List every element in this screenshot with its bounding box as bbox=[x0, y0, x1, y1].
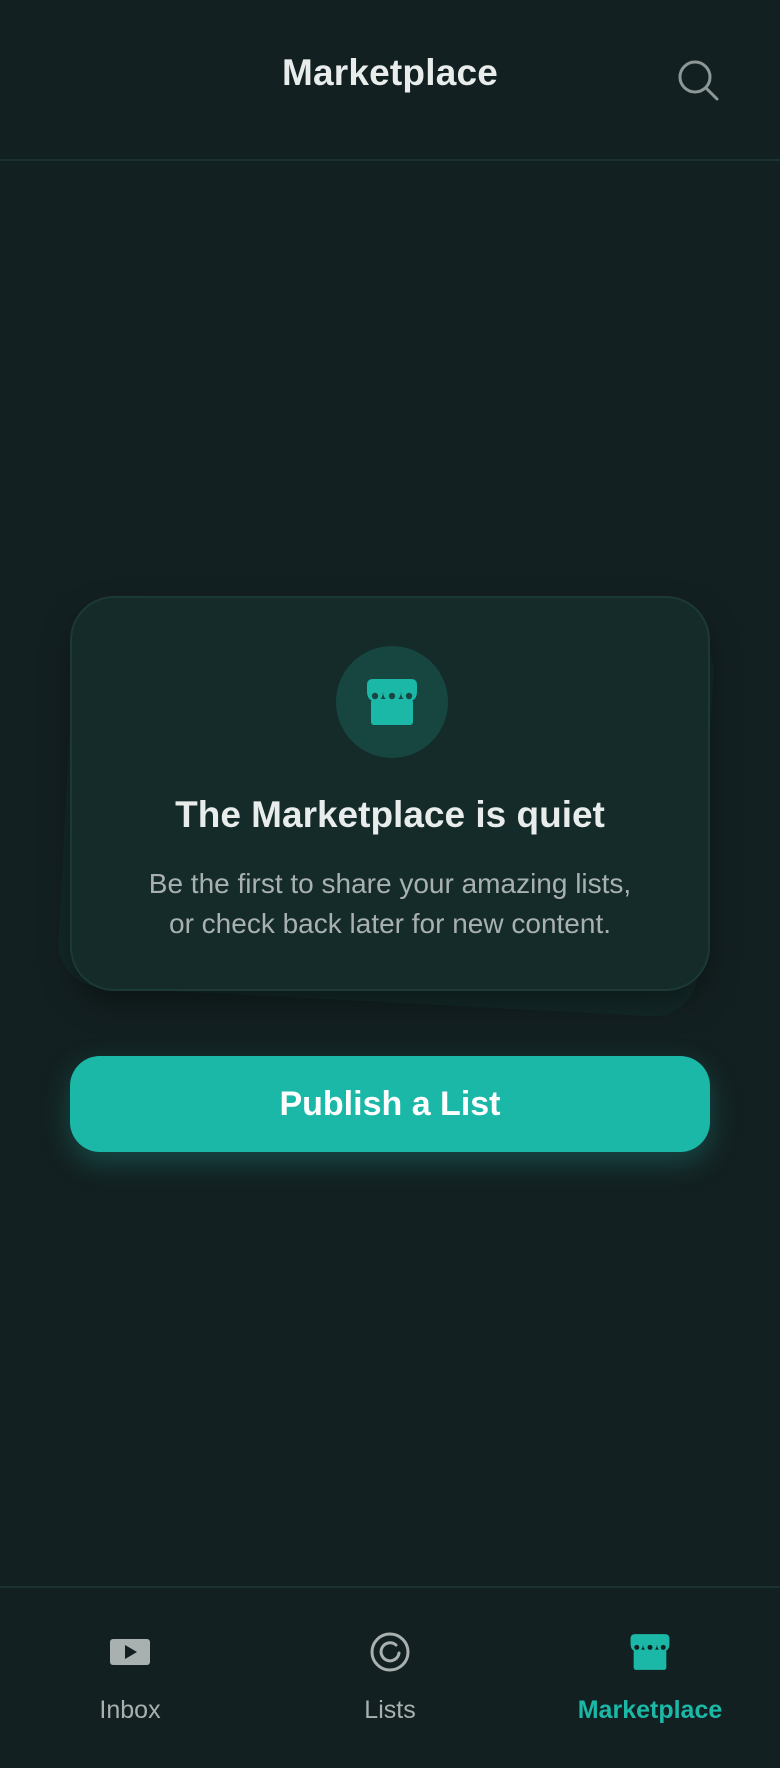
nav-icon-wrap bbox=[0, 1628, 260, 1676]
empty-state-description-line: or check back later for new content. bbox=[169, 908, 611, 939]
nav-item-inbox[interactable]: Inbox bbox=[0, 1588, 260, 1768]
nav-item-lists[interactable]: Lists bbox=[260, 1588, 520, 1768]
empty-state-card: The Marketplace is quiet Be the first to… bbox=[70, 596, 710, 991]
nav-label-lists: Lists bbox=[364, 1696, 416, 1724]
search-button[interactable] bbox=[674, 56, 722, 104]
bottom-nav: Inbox Lists Marketplace bbox=[0, 1586, 780, 1768]
nav-label-marketplace: Marketplace bbox=[577, 1696, 723, 1724]
refresh-circle-icon bbox=[370, 1632, 410, 1672]
storefront-icon bbox=[630, 1634, 670, 1670]
empty-state-description: Be the first to share your amazing lists… bbox=[102, 864, 678, 944]
empty-state-description-line: Be the first to share your amazing lists… bbox=[148, 868, 632, 899]
page-title: Marketplace bbox=[281, 52, 499, 93]
nav-icon-wrap bbox=[260, 1628, 520, 1676]
search-icon bbox=[678, 60, 719, 101]
app-root: Marketplace The Marketplace is quiet Be … bbox=[0, 0, 780, 1768]
nav-label-inbox: Inbox bbox=[99, 1696, 161, 1724]
storefront-icon bbox=[367, 679, 417, 725]
nav-item-marketplace[interactable]: Marketplace bbox=[520, 1588, 780, 1768]
nav-icon-wrap bbox=[520, 1628, 780, 1676]
top-bar: Marketplace bbox=[0, 0, 780, 161]
empty-state-icon-badge bbox=[336, 646, 448, 758]
video-icon bbox=[110, 1639, 150, 1665]
publish-list-button[interactable]: Publish a List bbox=[70, 1056, 710, 1152]
empty-state-title: The Marketplace is quiet bbox=[175, 794, 605, 835]
